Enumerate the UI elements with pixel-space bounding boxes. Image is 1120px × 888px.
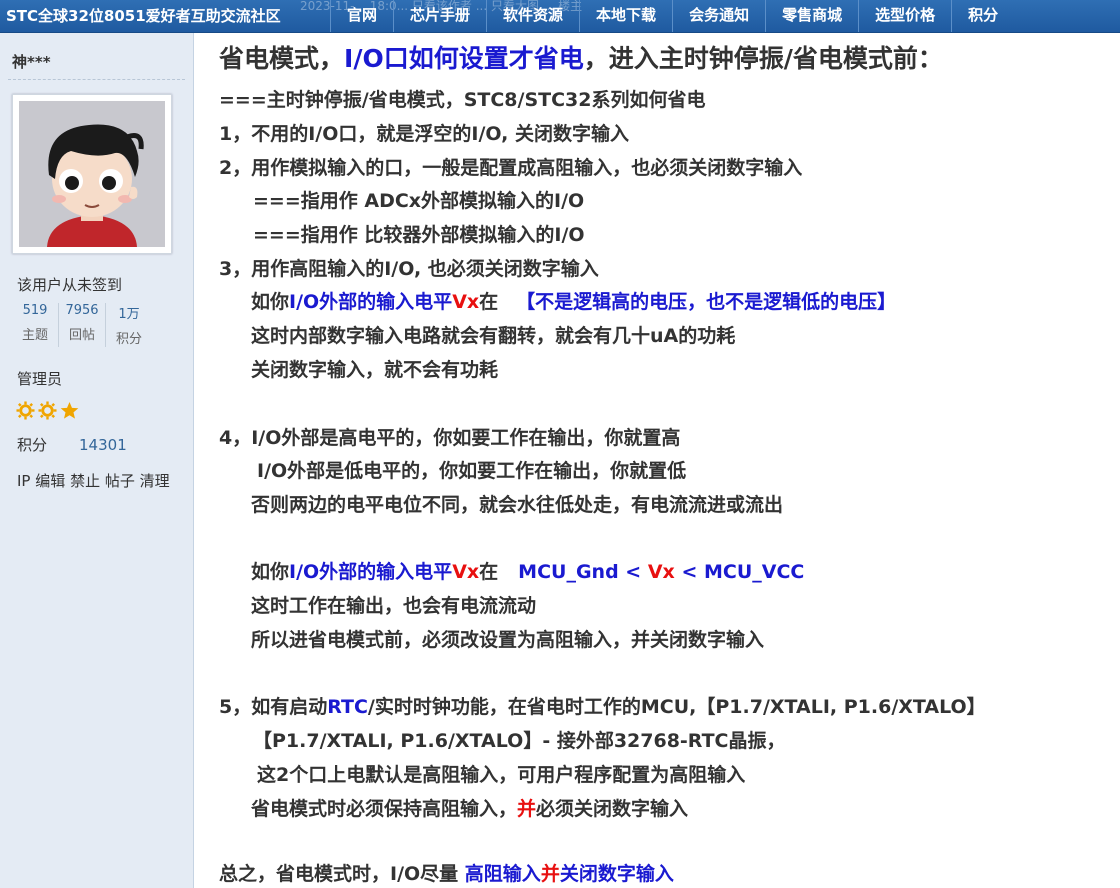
post-line: 如你I/O外部的输入电平Vx在 MCU_Gnd < Vx < MCU_VCC bbox=[251, 557, 804, 584]
star-icon bbox=[60, 401, 79, 419]
divider bbox=[8, 79, 185, 80]
cartoon-boy-avatar-icon bbox=[19, 101, 165, 247]
stat-value: 7956 bbox=[65, 303, 99, 318]
post-line: 关闭数字输入，就不会有功耗 bbox=[251, 359, 499, 381]
post-line: 这2个口上电默认是高阻输入，可用户程序配置为高阻输入 bbox=[257, 764, 746, 786]
points-label: 积分 bbox=[17, 436, 48, 454]
text-run: 如你 bbox=[251, 561, 290, 583]
nav-item-official-site[interactable]: 官网 bbox=[330, 0, 393, 32]
stat-value: 1万 bbox=[118, 307, 140, 322]
stat-value: 519 bbox=[22, 303, 48, 318]
admin-link-ban[interactable]: 禁止 bbox=[70, 472, 100, 490]
text-run: 在 bbox=[479, 291, 499, 313]
post-line: 所以进省电模式前，必须改设置为高阻输入，并关闭数字输入 bbox=[251, 629, 765, 651]
text-run-blue: 高阻输入 bbox=[464, 863, 541, 885]
points-row: 积分 14301 bbox=[17, 434, 127, 455]
text-run: /实时时钟功能，在省电时工作的MCU,【P1.7/XTALI, P1.6/XTA… bbox=[367, 696, 986, 718]
text-run-red: Vx bbox=[452, 561, 480, 583]
post-content: 省电模式，I/O口如何设置才省电，进入主时钟停振/省电模式前： ===主时钟停振… bbox=[219, 40, 1119, 885]
post-line: 这时工作在输出，也会有电流流动 bbox=[251, 595, 537, 617]
text-run: 如你 bbox=[251, 291, 290, 313]
post-line: 3，用作高阻输入的I/O, 也必须关闭数字输入 bbox=[219, 258, 599, 280]
nav-item-price-selection[interactable]: 选型价格 bbox=[858, 0, 951, 32]
site-title[interactable]: STC全球32位8051爱好者互助交流社区 bbox=[6, 5, 281, 26]
post-line: 这时内部数字输入电路就会有翻转，就会有几十uA的功耗 bbox=[251, 325, 736, 347]
text-run-blue: MCU_Gnd < bbox=[518, 561, 642, 583]
stat-label: 积分 bbox=[115, 332, 142, 347]
avatar-frame[interactable] bbox=[12, 94, 172, 254]
text-run-blue: 【不是逻辑高的电压，也不是逻辑低的电压】 bbox=[516, 291, 897, 313]
post-headline: 省电模式，I/O口如何设置才省电，进入主时钟停振/省电模式前： bbox=[219, 40, 1119, 80]
admin-link-ip[interactable]: IP bbox=[17, 472, 30, 490]
stat-replies[interactable]: 7956 回帖 bbox=[59, 303, 106, 347]
post-line: 【P1.7/XTALI, P1.6/XTALO】- 接外部32768-RTC晶振… bbox=[253, 730, 786, 752]
stat-label: 主题 bbox=[21, 328, 48, 343]
stat-label: 回帖 bbox=[68, 328, 95, 343]
post-line: ===主时钟停振/省电模式，STC8/STC32系列如何省电 bbox=[219, 89, 706, 111]
nav-item-retail-store[interactable]: 零售商城 bbox=[765, 0, 858, 32]
headline-highlight: I/O口如何设置才省电 bbox=[344, 44, 584, 73]
nav-item-points[interactable]: 积分 bbox=[951, 0, 1014, 32]
text-run-red: 并 bbox=[540, 863, 560, 885]
post-line: ===指用作 比较器外部模拟输入的I/O bbox=[253, 224, 585, 246]
admin-link-cleanup[interactable]: 清理 bbox=[140, 472, 170, 490]
user-role[interactable]: 管理员 bbox=[17, 368, 62, 389]
rank-stars bbox=[16, 401, 79, 420]
text-run-blue: RTC bbox=[327, 696, 368, 718]
post-line: ===指用作 ADCx外部模拟输入的I/O bbox=[253, 190, 585, 212]
text-run: 在 bbox=[479, 561, 499, 583]
admin-link-edit[interactable]: 编辑 bbox=[35, 472, 65, 490]
post-line: 1，不用的I/O口，就是浮空的I/O, 关闭数字输入 bbox=[219, 123, 629, 145]
admin-link-posts[interactable]: 帖子 bbox=[105, 472, 135, 490]
post-line: 否则两边的电平电位不同，就会水往低处走，有电流流进或流出 bbox=[251, 494, 784, 516]
post-line: I/O外部是低电平的，你如要工作在输出，你就置低 bbox=[257, 460, 687, 482]
text-run-blue: I/O外部的输入电平 bbox=[289, 291, 453, 313]
points-value: 14301 bbox=[79, 436, 127, 454]
text-run-red: 并 bbox=[517, 798, 537, 820]
text-run: 必须关闭数字输入 bbox=[536, 798, 689, 820]
sun-icon bbox=[16, 401, 35, 420]
stat-topics[interactable]: 519 主题 bbox=[12, 303, 59, 347]
author-sidebar: 神*** 该用户从未签到 519 主题 7956 回帖 1万 积分 管理员 积分… bbox=[0, 33, 194, 888]
nav-item-software[interactable]: 软件资源 bbox=[486, 0, 579, 32]
post-line: 2，用作模拟输入的口，一般是配置成高阻输入，也必须关闭数字输入 bbox=[219, 157, 803, 179]
nav-item-meeting-notice[interactable]: 会务通知 bbox=[672, 0, 765, 32]
text-run: 5，如有启动 bbox=[219, 696, 328, 718]
stat-points[interactable]: 1万 积分 bbox=[106, 303, 152, 347]
top-nav-bar: 2023-11-... 18:0... 只看该作者 ... 只看大图 ... 楼… bbox=[0, 0, 1120, 33]
nav-item-local-download[interactable]: 本地下载 bbox=[579, 0, 672, 32]
post-line: 如你I/O外部的输入电平Vx在 【不是逻辑高的电压，也不是逻辑低的电压】 bbox=[251, 287, 896, 314]
headline-part: ，进入主时钟停振/省电模式前： bbox=[583, 44, 943, 73]
post-line: 总之，省电模式时，I/O尽量 高阻输入并关闭数字输入 bbox=[219, 859, 674, 886]
text-run-blue: 关闭数字输入 bbox=[559, 863, 674, 885]
headline-part: 省电模式， bbox=[219, 44, 345, 73]
post-line: 5，如有启动RTC/实时时钟功能，在省电时工作的MCU,【P1.7/XTALI,… bbox=[219, 692, 986, 719]
post-line: 4，I/O外部是高电平的，你如要工作在输出，你就置高 bbox=[219, 427, 681, 449]
author-username[interactable]: 神*** bbox=[12, 51, 51, 72]
avatar bbox=[19, 101, 165, 247]
nav-item-chip-manual[interactable]: 芯片手册 bbox=[393, 0, 486, 32]
user-stats: 519 主题 7956 回帖 1万 积分 bbox=[12, 303, 152, 347]
text-run-blue: < MCU_VCC bbox=[681, 561, 805, 583]
text-run: 总之，省电模式时，I/O尽量 bbox=[219, 863, 459, 885]
text-run-red: Vx bbox=[452, 291, 480, 313]
main-nav: 官网 芯片手册 软件资源 本地下载 会务通知 零售商城 选型价格 积分 bbox=[330, 0, 1014, 32]
text-run-blue: I/O外部的输入电平 bbox=[289, 561, 453, 583]
text-run: 省电模式时必须保持高阻输入， bbox=[251, 798, 518, 820]
admin-links: IP 编辑 禁止 帖子 清理 bbox=[17, 471, 177, 492]
text-run-red: Vx bbox=[647, 561, 675, 583]
sun-icon bbox=[38, 401, 57, 420]
post-line: 省电模式时必须保持高阻输入，并必须关闭数字输入 bbox=[251, 794, 688, 821]
sign-status: 该用户从未签到 bbox=[17, 276, 123, 294]
